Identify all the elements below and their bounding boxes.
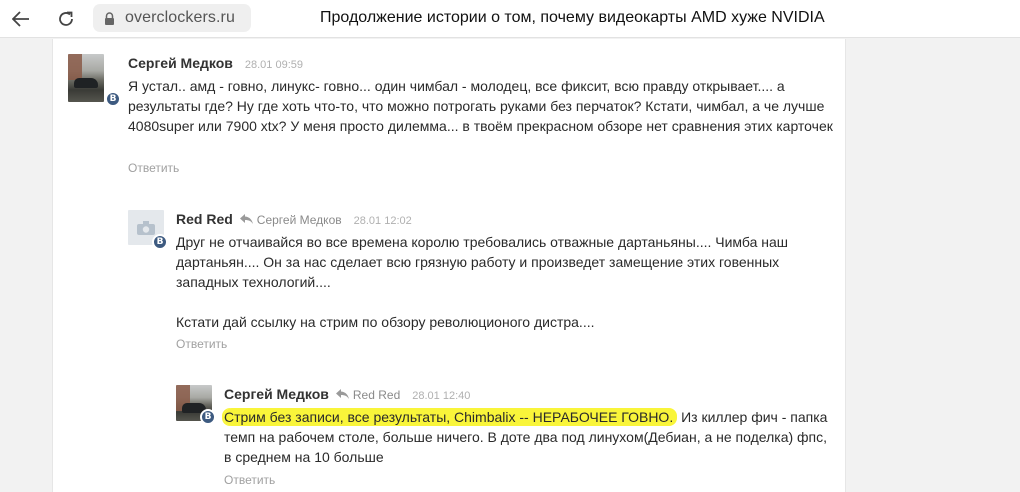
comment-text: Я устал.. амд - говно, линукс- говно... … bbox=[128, 78, 833, 134]
highlighted-text: Стрим без записи, все результаты, Chimba… bbox=[224, 408, 678, 426]
arrow-left-icon[interactable] bbox=[9, 7, 33, 31]
comment-date: 28.01 12:02 bbox=[353, 215, 412, 227]
comment-reply-to[interactable]: Сергей Медков bbox=[257, 213, 342, 227]
address-bar[interactable]: overclockers.ru bbox=[93, 4, 251, 32]
avatar[interactable] bbox=[68, 54, 104, 102]
comments-panel: В Сергей Медков 28.01 09:59 Я устал.. ам… bbox=[52, 39, 846, 492]
comment: В Сергей Медков 28.01 09:59 Я устал.. ам… bbox=[53, 39, 847, 189]
reply-arrow-icon bbox=[239, 214, 253, 225]
comment-reply-to[interactable]: Red Red bbox=[353, 388, 400, 402]
lock-icon bbox=[102, 11, 116, 25]
browser-toolbar: overclockers.ru Продолжение истории о то… bbox=[0, 0, 1020, 38]
comment-date: 28.01 09:59 bbox=[244, 59, 304, 71]
comment-text: Стрим без записи, все результаты, Chimba… bbox=[224, 407, 834, 467]
reload-icon[interactable] bbox=[54, 7, 78, 31]
page-title: Продолжение истории о том, почему видеок… bbox=[320, 9, 825, 26]
comment-date: 28.01 12:40 bbox=[412, 390, 471, 402]
comment-header: Сергей Медков Red Red 28.01 12:40 bbox=[224, 386, 470, 402]
comment-text: Кстати дай ссылку на стрим по обзору рев… bbox=[176, 314, 595, 330]
comment-header: Сергей Медков 28.01 09:59 bbox=[128, 55, 303, 71]
camera-icon bbox=[137, 220, 155, 235]
vk-badge-icon: В bbox=[200, 409, 216, 425]
comment-author[interactable]: Сергей Медков bbox=[128, 55, 233, 71]
comment: В Сергей Медков Red Red 28.01 12:40 Стри… bbox=[53, 375, 847, 492]
reply-button[interactable]: Ответить bbox=[128, 161, 179, 175]
comment: В Red Red Сергей Медков 28.01 12:02 Друг… bbox=[53, 199, 847, 359]
reply-button[interactable]: Ответить bbox=[176, 337, 227, 351]
vk-badge-icon: В bbox=[105, 91, 121, 107]
comment-author[interactable]: Red Red bbox=[176, 211, 233, 227]
reply-arrow-icon bbox=[335, 389, 349, 400]
vk-badge-icon: В bbox=[152, 234, 168, 250]
comment-text: Друг не отчаивайся во все времена королю… bbox=[176, 234, 789, 290]
reply-button[interactable]: Ответить bbox=[224, 473, 275, 487]
url-text: overclockers.ru bbox=[125, 9, 235, 26]
comment-header: Red Red Сергей Медков 28.01 12:02 bbox=[176, 211, 412, 227]
comment-author[interactable]: Сергей Медков bbox=[224, 386, 329, 402]
